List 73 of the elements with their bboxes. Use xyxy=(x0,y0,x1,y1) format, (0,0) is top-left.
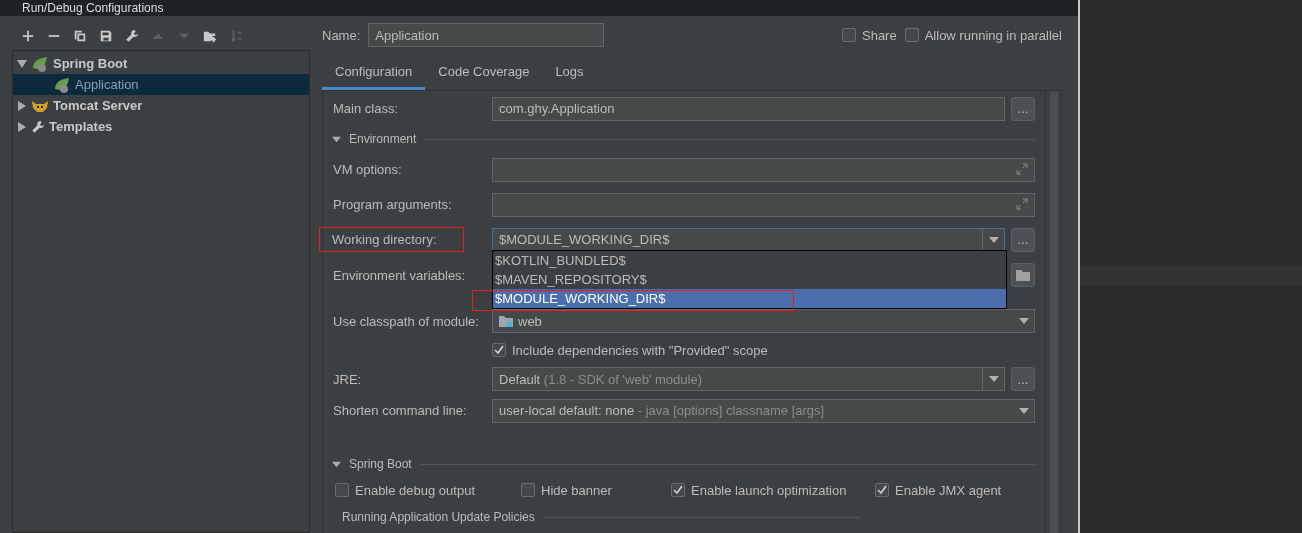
module-folder-icon xyxy=(499,314,513,327)
checkbox[interactable] xyxy=(842,28,856,42)
vm-options-field[interactable] xyxy=(492,157,1035,182)
field-label: JRE: xyxy=(332,370,363,389)
checkbox[interactable] xyxy=(875,483,889,497)
option-checkbox[interactable]: Allow running in parallel xyxy=(904,27,1062,43)
section-title: Spring Boot xyxy=(349,457,412,471)
section-title: Environment xyxy=(349,132,417,146)
browse-button[interactable]: ... xyxy=(1011,367,1035,391)
folder-button[interactable] xyxy=(1011,263,1035,287)
checkbox[interactable] xyxy=(904,28,919,42)
tab[interactable]: Configuration xyxy=(322,56,426,90)
module-combo[interactable]: web xyxy=(492,309,1035,333)
checkbox[interactable] xyxy=(671,483,685,497)
shorten-command-line-combo[interactable]: user-local default: none - java [options] classname [args] xyxy=(492,398,1035,423)
dropdown-caret-icon xyxy=(988,236,999,243)
spring-boot-option[interactable]: Enable debug output xyxy=(335,482,521,498)
window-title: Run/Debug Configurations xyxy=(22,1,164,15)
include-provided-checkbox[interactable]: Include dependencies with "Provided" scope xyxy=(492,342,768,358)
dropdown-caret-icon xyxy=(1018,318,1029,324)
tree-item[interactable]: Spring Boot xyxy=(13,53,309,74)
expand-icon[interactable] xyxy=(1016,197,1028,210)
field-label: VM options: xyxy=(332,161,403,179)
add-icon xyxy=(21,29,35,43)
section-title: Running Application Update Policies xyxy=(342,510,535,524)
field-label: Main class: xyxy=(332,100,400,118)
tab[interactable]: Code Coverage xyxy=(425,56,543,90)
spring-leaf-icon xyxy=(53,76,71,93)
tab[interactable]: Logs xyxy=(542,56,597,90)
working-directory-combo[interactable]: $MODULE_WORKING_DIR$ xyxy=(492,227,1005,252)
field-label: Working directory: xyxy=(319,227,464,252)
spring-boot-option[interactable]: Enable launch optimization xyxy=(671,482,875,498)
option-checkbox[interactable]: Share xyxy=(842,27,897,43)
dropdown-option[interactable]: $MAVEN_REPOSITORY$ xyxy=(493,270,1006,289)
field-label: Environment variables: xyxy=(332,267,467,285)
program-arguments-field[interactable] xyxy=(492,192,1035,217)
checkbox[interactable] xyxy=(492,343,506,357)
collapsed-arrow-icon[interactable] xyxy=(17,100,27,111)
spring-boot-option[interactable]: Hide banner xyxy=(521,482,671,498)
name-field[interactable]: Application xyxy=(368,23,605,47)
scrollbar[interactable] xyxy=(1045,91,1061,533)
wrench-icon xyxy=(125,29,139,43)
field-label: Name: xyxy=(322,27,361,43)
field-label: Shorten command line: xyxy=(332,402,468,420)
save-icon xyxy=(99,29,113,43)
field-label: Program arguments: xyxy=(332,196,453,214)
browse-button[interactable]: ... xyxy=(1011,96,1035,121)
copy-icon xyxy=(73,29,87,43)
tree-item[interactable]: Application xyxy=(13,74,309,95)
main-class-field[interactable]: com.ghy.Application xyxy=(492,96,1005,121)
cat-icon xyxy=(31,98,49,113)
folder-icon xyxy=(1016,269,1030,281)
checkbox[interactable] xyxy=(521,483,535,497)
dropdown-caret-icon xyxy=(988,376,999,382)
tree-item[interactable]: Templates xyxy=(13,116,309,137)
expand-icon[interactable] xyxy=(1016,162,1028,175)
checkbox[interactable] xyxy=(335,483,349,497)
sort-icon xyxy=(229,29,243,43)
dropdown-option[interactable]: $KOTLIN_BUNDLED$ xyxy=(493,251,1006,270)
expanded-arrow-icon[interactable] xyxy=(17,58,27,69)
collapse-arrow-icon[interactable] xyxy=(332,134,341,144)
spring-boot-option[interactable]: Enable JMX agent xyxy=(875,482,1035,498)
dropdown-caret-icon xyxy=(1018,407,1029,414)
folder-add-icon xyxy=(203,29,217,43)
spring-leaf-icon xyxy=(31,55,49,72)
dropdown-option[interactable]: $MODULE_WORKING_DIR$ xyxy=(493,289,1006,308)
collapsed-arrow-icon[interactable] xyxy=(17,121,27,132)
collapse-arrow-icon[interactable] xyxy=(332,459,341,469)
wrench-icon xyxy=(31,119,45,134)
browse-button[interactable]: ... xyxy=(1011,227,1035,252)
field-label: Use classpath of module: xyxy=(332,312,480,331)
jre-combo[interactable]: Default (1.8 - SDK of 'web' module) xyxy=(492,367,1005,391)
tree-item[interactable]: Tomcat Server xyxy=(13,95,309,116)
